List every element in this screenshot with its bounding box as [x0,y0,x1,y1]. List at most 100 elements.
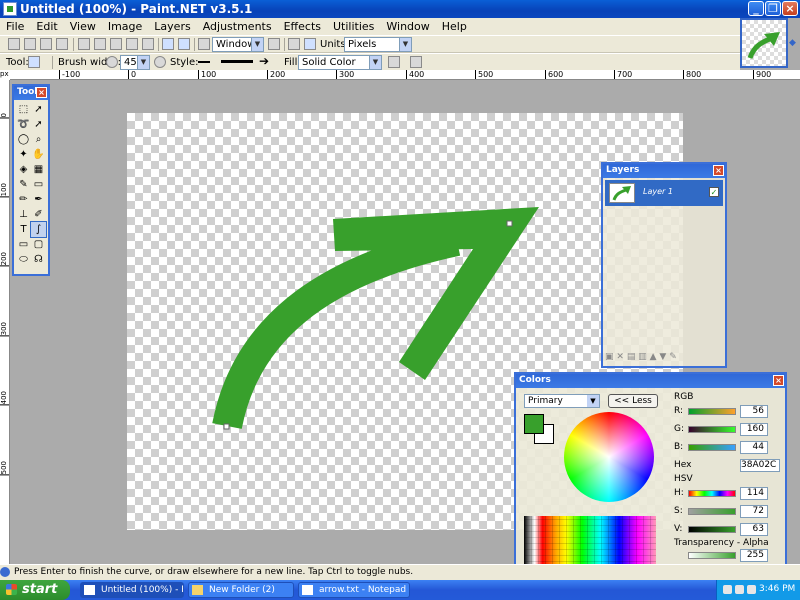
duplicate-layer-icon[interactable]: ▤ [627,352,636,362]
blend-mode-icon[interactable] [410,56,422,68]
new-image-icon[interactable] [8,38,20,50]
ruler-icon[interactable] [304,38,316,50]
antialiasing-icon[interactable] [388,56,400,68]
move-layer-down-icon[interactable]: ▼ [659,352,666,362]
less-button[interactable]: << Less [608,394,658,408]
tools-close-button[interactable]: × [36,87,47,98]
deselect-icon[interactable] [142,38,154,50]
paintnet-app-icon[interactable] [3,2,17,16]
layer-properties-icon[interactable]: ✎ [669,352,677,362]
ellipse-icon[interactable]: ⬭ [16,252,31,267]
rounded-rectangle-icon[interactable]: ▢ [31,237,46,252]
tray-network-icon[interactable] [723,585,732,594]
fill-select[interactable]: Solid Color ▼ [298,55,382,70]
color-wheel[interactable] [564,412,654,502]
alpha-value[interactable]: 255 [740,549,768,562]
v-slider[interactable] [688,526,736,533]
eraser-icon[interactable]: ▭ [31,177,46,192]
paintbrush-icon[interactable]: ✎ [16,177,31,192]
menu-view[interactable]: View [64,18,102,33]
menu-help[interactable]: Help [436,18,473,33]
text-icon[interactable]: T [16,222,31,237]
rectangle-select-icon[interactable]: ⬚ [16,102,31,117]
b-value[interactable]: 44 [740,441,768,454]
g-value[interactable]: 160 [740,423,768,436]
line-curve-icon[interactable]: ∫ [30,221,47,238]
menu-effects[interactable]: Effects [278,18,327,33]
print-icon[interactable] [56,38,68,50]
thumbnail-scroll-icon[interactable]: ◆ [789,38,799,48]
zoom-icon[interactable]: ⌕ [31,132,46,147]
zoom-out-icon[interactable] [198,38,210,50]
line-curve-tool-icon[interactable] [28,56,40,68]
g-slider[interactable] [688,426,736,433]
save-icon[interactable] [40,38,52,50]
layer-visibility-checkbox[interactable]: ✓ [709,187,719,197]
tray-security-icon[interactable] [747,585,756,594]
undo-icon[interactable] [162,38,174,50]
paste-icon[interactable] [110,38,122,50]
taskbar-item-notepad[interactable]: arrow.txt - Notepad [298,582,410,598]
color-mode-select[interactable]: Primary ▼ [524,394,600,408]
taskbar-item-folder[interactable]: New Folder (2) [188,582,294,598]
move-layer-up-icon[interactable]: ▲ [650,352,657,362]
magic-wand-icon[interactable]: ✦ [16,147,31,162]
curve-nub[interactable] [506,220,513,227]
menu-adjustments[interactable]: Adjustments [197,18,278,33]
merge-layer-icon[interactable]: ▥ [638,352,647,362]
dash-style[interactable] [218,55,254,70]
brush-width-plus-icon[interactable] [154,56,166,68]
alpha-slider[interactable] [688,552,736,559]
v-value[interactable]: 63 [740,523,768,536]
copy-icon[interactable] [94,38,106,50]
units-select[interactable]: Pixels ▼ [344,37,412,52]
tray-volume-icon[interactable] [735,585,744,594]
menu-window[interactable]: Window [380,18,435,33]
layer-item[interactable]: Layer 1 ✓ [605,180,723,206]
add-layer-icon[interactable]: ▣ [605,352,614,362]
menu-edit[interactable]: Edit [30,18,63,33]
taskbar-item-paintnet[interactable]: Untitled (100%) - Pai... [80,582,184,598]
close-button[interactable]: × [782,1,798,16]
menu-layers[interactable]: Layers [148,18,196,33]
s-value[interactable]: 72 [740,505,768,518]
line-start-style[interactable] [195,55,215,70]
menu-file[interactable]: File [0,18,30,33]
rectangle-icon[interactable]: ▭ [16,237,31,252]
maximize-button[interactable]: ❐ [765,1,781,16]
h-value[interactable]: 114 [740,487,768,500]
ellipse-select-icon[interactable]: ◯ [16,132,31,147]
curve-nub[interactable] [223,423,230,430]
r-slider[interactable] [688,408,736,415]
cut-icon[interactable] [78,38,90,50]
b-slider[interactable] [688,444,736,451]
redo-icon[interactable] [178,38,190,50]
h-slider[interactable] [688,490,736,497]
minimize-button[interactable]: _ [748,1,764,16]
menu-utilities[interactable]: Utilities [327,18,380,33]
move-selection-icon[interactable]: ➚ [31,102,46,117]
brush-width-select[interactable]: 45 ▼ [120,55,150,70]
start-button[interactable]: start [0,580,70,600]
clone-stamp-icon[interactable]: ⊥ [16,207,31,222]
color-picker-icon[interactable]: ✒ [31,192,46,207]
line-end-style[interactable]: ➔ [256,55,278,70]
open-icon[interactable] [24,38,36,50]
crop-icon[interactable] [126,38,138,50]
brush-width-minus-icon[interactable] [106,56,118,68]
paint-bucket-icon[interactable]: ◈ [16,162,31,177]
freeform-shape-icon[interactable]: ☊ [31,252,46,267]
image-thumbnail[interactable] [740,18,788,68]
pan-icon[interactable]: ✋ [31,147,46,162]
recolor-icon[interactable]: ✐ [31,207,46,222]
move-selected-icon[interactable]: ➚ [31,117,46,132]
colors-close-button[interactable]: × [773,375,784,386]
hex-value[interactable]: 38A02C [740,459,780,472]
delete-layer-icon[interactable]: ✕ [616,352,624,362]
zoom-select[interactable]: Window ▼ [212,37,264,52]
lasso-select-icon[interactable]: ➰ [16,117,31,132]
primary-color-swatch[interactable] [524,414,544,434]
r-value[interactable]: 56 [740,405,768,418]
menu-image[interactable]: Image [102,18,148,33]
gradient-icon[interactable]: ▦ [31,162,46,177]
